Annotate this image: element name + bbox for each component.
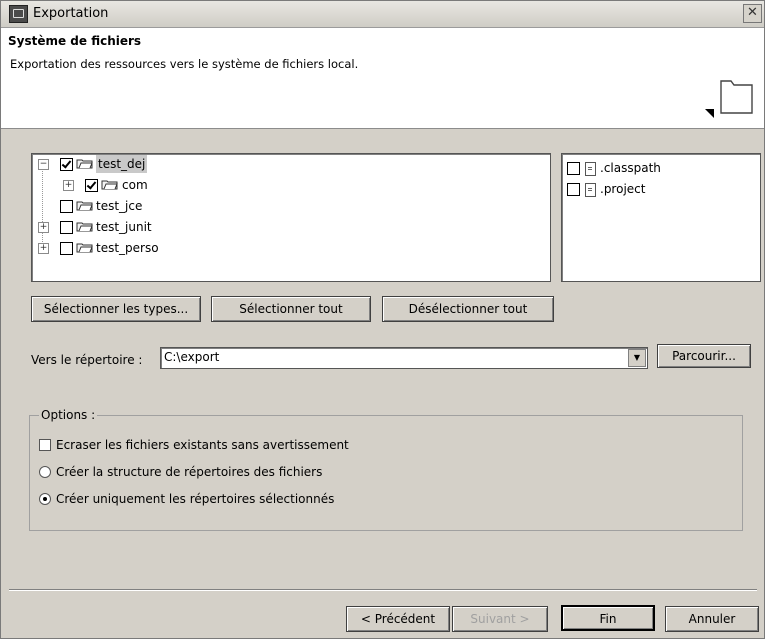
destination-combo[interactable]: C:\export ▼ xyxy=(160,347,648,369)
resource-tree[interactable]: − test_dej + com test_jce + test_junit + xyxy=(31,153,551,282)
expand-icon[interactable]: + xyxy=(38,243,49,254)
footer-separator xyxy=(9,589,757,591)
expand-icon[interactable]: + xyxy=(38,222,49,233)
file-icon xyxy=(585,162,596,176)
checkbox-project[interactable] xyxy=(567,183,580,196)
title-bar[interactable]: Exportation ✕ xyxy=(1,1,764,28)
back-button[interactable]: < Précédent xyxy=(346,606,450,632)
project-folder-icon xyxy=(76,222,93,232)
expand-icon[interactable]: + xyxy=(63,180,74,191)
destination-label: Vers le répertoire : xyxy=(31,353,143,367)
checkbox-test-junit[interactable] xyxy=(60,221,73,234)
file-item-label: .classpath xyxy=(600,161,661,175)
file-list[interactable]: .classpath .project xyxy=(561,153,761,282)
deselect-all-button[interactable]: Désélectionner tout xyxy=(382,296,554,322)
overwrite-checkbox[interactable] xyxy=(39,439,51,451)
page-description: Exportation des ressources vers le systè… xyxy=(10,57,359,71)
file-icon xyxy=(585,183,596,197)
destination-value[interactable]: C:\export xyxy=(164,350,219,364)
tree-item-label: test_dej xyxy=(96,155,148,173)
tree-item-label: com xyxy=(122,178,148,192)
export-dialog: Exportation ✕ Système de fichiers Export… xyxy=(0,0,765,639)
file-item-label: .project xyxy=(600,182,646,196)
create-structure-radio[interactable] xyxy=(39,466,51,478)
checkbox-test-dej[interactable] xyxy=(60,158,73,171)
overwrite-label: Ecraser les fichiers existants sans aver… xyxy=(56,438,349,452)
close-icon[interactable]: ✕ xyxy=(743,4,762,23)
options-legend: Options : xyxy=(39,408,98,422)
app-icon xyxy=(9,5,28,23)
dropdown-arrow-icon[interactable]: ▼ xyxy=(628,349,646,367)
checkbox-classpath[interactable] xyxy=(567,162,580,175)
collapse-icon[interactable]: − xyxy=(38,159,49,170)
project-folder-icon xyxy=(76,159,93,169)
tree-guide xyxy=(42,166,43,248)
select-types-button[interactable]: Sélectionner les types... xyxy=(31,296,201,322)
folder-icon xyxy=(705,80,753,118)
checkbox-com[interactable] xyxy=(85,179,98,192)
next-button[interactable]: Suivant > xyxy=(452,606,548,632)
select-all-button[interactable]: Sélectionner tout xyxy=(211,296,371,322)
checkbox-test-jce[interactable] xyxy=(60,200,73,213)
project-folder-icon xyxy=(76,201,93,211)
package-folder-icon xyxy=(101,180,118,190)
create-selected-label: Créer uniquement les répertoires sélecti… xyxy=(56,492,335,506)
browse-button[interactable]: Parcourir... xyxy=(657,344,751,368)
create-structure-label: Créer la structure de répertoires des fi… xyxy=(56,465,323,479)
tree-item-label: test_junit xyxy=(96,220,152,234)
checkbox-test-perso[interactable] xyxy=(60,242,73,255)
window-title: Exportation xyxy=(33,6,109,21)
finish-button[interactable]: Fin xyxy=(561,605,655,631)
project-folder-icon xyxy=(76,243,93,253)
page-title: Système de fichiers xyxy=(8,34,142,48)
wizard-header: Système de fichiers Exportation des ress… xyxy=(1,28,764,129)
cancel-button[interactable]: Annuler xyxy=(665,606,759,632)
tree-item-label: test_jce xyxy=(96,199,143,213)
create-selected-radio[interactable] xyxy=(39,493,51,505)
tree-item-label: test_perso xyxy=(96,241,159,255)
